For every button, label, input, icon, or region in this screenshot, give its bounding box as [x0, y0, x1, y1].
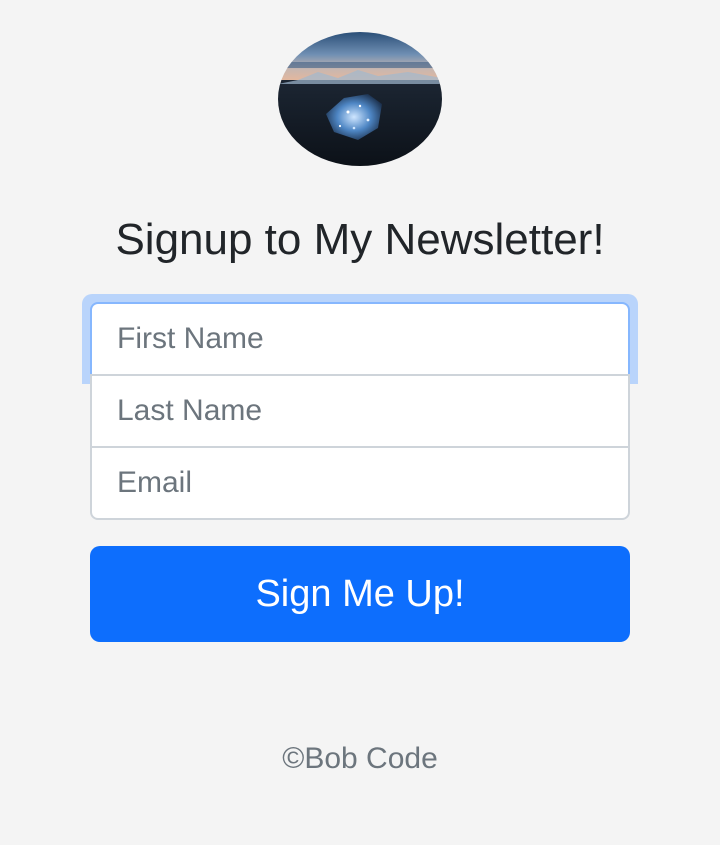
- footer-copyright: ©Bob Code: [282, 742, 438, 775]
- logo-image: [278, 32, 442, 166]
- last-name-input[interactable]: [90, 374, 630, 448]
- landscape-photo-icon: [278, 32, 442, 166]
- page-title: Signup to My Newsletter!: [115, 215, 605, 264]
- signup-form: [82, 294, 638, 520]
- first-name-input[interactable]: [90, 302, 630, 376]
- sign-up-button[interactable]: Sign Me Up!: [90, 546, 630, 642]
- email-input[interactable]: [90, 446, 630, 520]
